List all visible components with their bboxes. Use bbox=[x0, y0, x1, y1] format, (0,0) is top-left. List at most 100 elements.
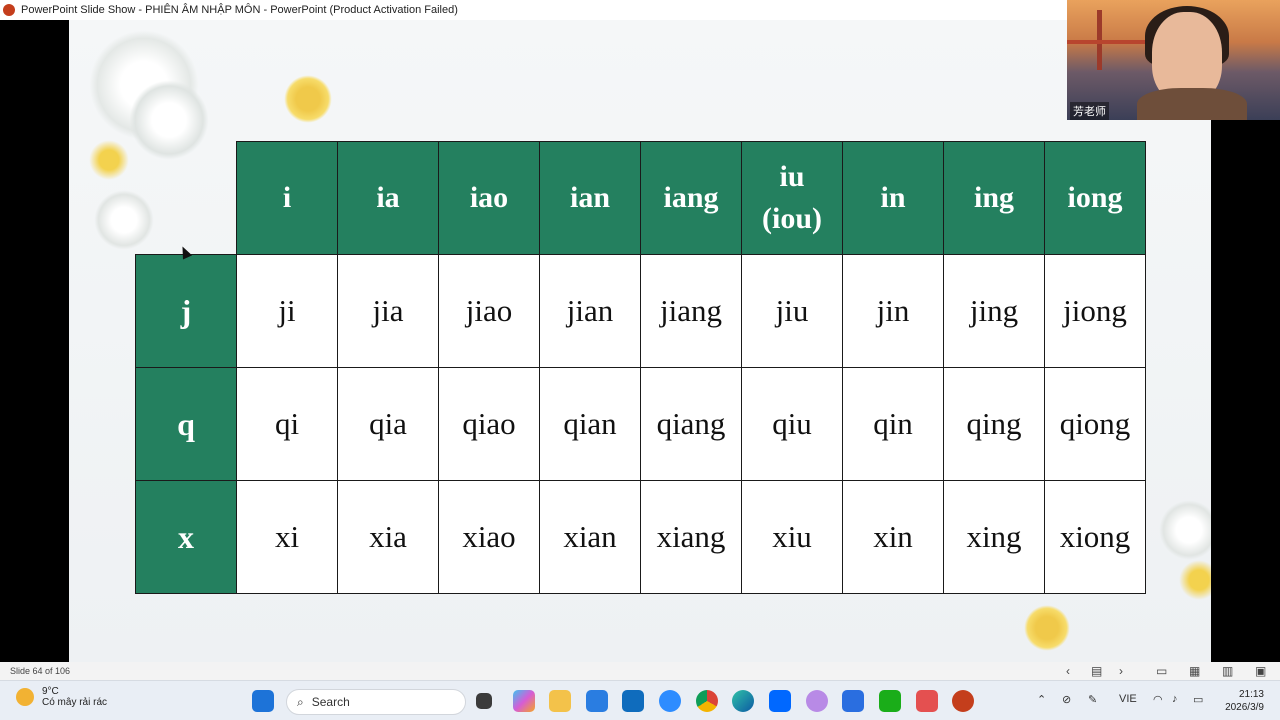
table-cell: xia bbox=[337, 480, 439, 594]
column-header: ia bbox=[337, 141, 439, 255]
decorative-flower bbox=[1179, 560, 1211, 600]
table-cell: qiong bbox=[1044, 367, 1146, 481]
slideshow-view-icon[interactable]: ▣ bbox=[1255, 664, 1266, 678]
next-slide-icon[interactable]: › bbox=[1119, 664, 1123, 678]
decorative-flower bbox=[1159, 500, 1211, 560]
slide-menu-icon[interactable]: ▤ bbox=[1091, 664, 1102, 678]
table-cell: qi bbox=[236, 367, 338, 481]
table-cell: qia bbox=[337, 367, 439, 481]
photos-icon[interactable] bbox=[586, 690, 608, 712]
system-clock[interactable]: 21:13 2026/3/9 bbox=[1225, 688, 1264, 714]
weather-icon bbox=[16, 688, 34, 706]
show-hidden-icons[interactable]: ⌃ bbox=[1037, 693, 1046, 706]
snipping-icon[interactable] bbox=[842, 690, 864, 712]
weather-temp: 9°C bbox=[42, 686, 59, 697]
table-cell: jiang bbox=[640, 254, 742, 368]
slideshow-statusbar: Slide 64 of 106 ‹ ▤ › ▭ ▦ ▥ ▣ bbox=[0, 662, 1280, 680]
table-row: q qi qia qiao qian qiang qiu qin qing qi… bbox=[135, 367, 1146, 481]
table-cell: xiao bbox=[438, 480, 540, 594]
table-row: j ji jia jiao jian jiang jiu jin jing ji… bbox=[135, 254, 1146, 368]
column-header-sub: (iou) bbox=[762, 202, 822, 235]
search-placeholder: Search bbox=[311, 695, 350, 709]
windows-taskbar: 9°C Có mây rải rác ⌕ Search ⌃ ⊘ ✎ VIE ◠ … bbox=[0, 680, 1280, 720]
weather-desc: Có mây rải rác bbox=[42, 697, 108, 708]
column-header: iao bbox=[438, 141, 540, 255]
column-header: iang bbox=[640, 141, 742, 255]
table-cell: jing bbox=[943, 254, 1045, 368]
slide-sorter-icon[interactable]: ▦ bbox=[1189, 664, 1200, 678]
table-cell: xiang bbox=[640, 480, 742, 594]
table-cell: jiong bbox=[1044, 254, 1146, 368]
powerpoint-icon[interactable] bbox=[952, 690, 974, 712]
table-cell: qiao bbox=[438, 367, 540, 481]
row-header: j bbox=[135, 254, 237, 368]
clock-time: 21:13 bbox=[1238, 689, 1264, 700]
table-cell: qing bbox=[943, 367, 1045, 481]
task-view-icon[interactable] bbox=[476, 693, 492, 709]
bridge-decoration bbox=[1067, 40, 1157, 44]
column-header-main: iu bbox=[779, 160, 805, 193]
column-header: i bbox=[236, 141, 338, 255]
zalo-icon[interactable] bbox=[769, 690, 791, 712]
normal-view-icon[interactable]: ▭ bbox=[1156, 664, 1167, 678]
column-header: in bbox=[842, 141, 944, 255]
table-cell: xin bbox=[842, 480, 944, 594]
file-explorer-icon[interactable] bbox=[549, 690, 571, 712]
clock-date: 2026/3/9 bbox=[1225, 702, 1264, 713]
table-cell: xi bbox=[236, 480, 338, 594]
decorative-flower bbox=[284, 75, 332, 123]
clock-app-icon[interactable] bbox=[916, 690, 938, 712]
table-cell: xian bbox=[539, 480, 641, 594]
app-cat-icon[interactable] bbox=[806, 690, 828, 712]
table-cell: xiu bbox=[741, 480, 843, 594]
table-cell: qin bbox=[842, 367, 944, 481]
volume-icon[interactable]: ♪ bbox=[1172, 693, 1178, 705]
taskbar-search[interactable]: ⌕ Search bbox=[286, 689, 466, 715]
column-header: ian bbox=[539, 141, 641, 255]
decorative-flower bbox=[1024, 605, 1070, 651]
copilot-icon[interactable] bbox=[513, 690, 535, 712]
slide-indicator: Slide 64 of 106 bbox=[10, 666, 71, 676]
table-cell: qian bbox=[539, 367, 641, 481]
table-cell: jia bbox=[337, 254, 439, 368]
chrome-icon[interactable] bbox=[696, 690, 718, 712]
table-header-row: i ia iao ian iang iu (iou) in ing iong bbox=[136, 141, 1146, 255]
weather-widget[interactable]: 9°C Có mây rải rác bbox=[16, 686, 107, 708]
table-cell: jian bbox=[539, 254, 641, 368]
previous-slide-icon[interactable]: ‹ bbox=[1066, 664, 1070, 678]
outlook-icon[interactable] bbox=[622, 690, 644, 712]
search-icon: ⌕ bbox=[297, 694, 304, 709]
windows-start-icon[interactable] bbox=[252, 690, 274, 712]
presenter-body bbox=[1137, 88, 1247, 120]
wechat-icon[interactable] bbox=[879, 690, 901, 712]
column-header: iu (iou) bbox=[741, 141, 843, 255]
slide-canvas[interactable]: i ia iao ian iang iu (iou) in ing iong j… bbox=[69, 20, 1211, 662]
column-header: iong bbox=[1044, 141, 1146, 255]
table-cell: xing bbox=[943, 480, 1045, 594]
edge-icon[interactable] bbox=[732, 690, 754, 712]
window-title: PowerPoint Slide Show - PHIÊN ÂM NHẬP MÔ… bbox=[21, 4, 458, 16]
zoom-icon[interactable] bbox=[659, 690, 681, 712]
powerpoint-app-icon bbox=[3, 4, 15, 16]
table-corner bbox=[136, 142, 237, 255]
tray-app-icon[interactable]: ⊘ bbox=[1062, 693, 1071, 706]
table-cell: xiong bbox=[1044, 480, 1146, 594]
table-cell: ji bbox=[236, 254, 338, 368]
table-cell: jiu bbox=[741, 254, 843, 368]
wifi-icon[interactable]: ◠ bbox=[1153, 693, 1163, 706]
pen-icon[interactable]: ✎ bbox=[1088, 693, 1097, 706]
table-cell: jiao bbox=[438, 254, 540, 368]
battery-icon[interactable]: ▭ bbox=[1193, 693, 1203, 706]
table-cell: qiang bbox=[640, 367, 742, 481]
table-cell: qiu bbox=[741, 367, 843, 481]
row-header: q bbox=[135, 367, 237, 481]
column-header: ing bbox=[943, 141, 1045, 255]
table-cell: jin bbox=[842, 254, 944, 368]
language-indicator[interactable]: VIE bbox=[1119, 693, 1137, 705]
table-row: x xi xia xiao xian xiang xiu xin xing xi… bbox=[135, 480, 1146, 594]
reading-view-icon[interactable]: ▥ bbox=[1222, 664, 1233, 678]
pinyin-table: i ia iao ian iang iu (iou) in ing iong j… bbox=[135, 141, 1146, 594]
decorative-flower bbox=[89, 140, 129, 180]
webcam-name-label: 芳老师 bbox=[1070, 102, 1109, 120]
row-header: x bbox=[135, 480, 237, 594]
